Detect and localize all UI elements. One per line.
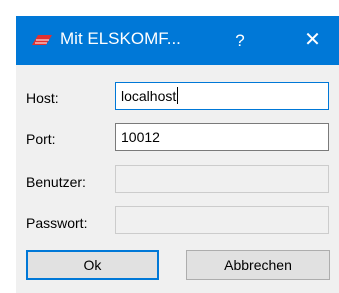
password-input[interactable] [115,206,329,234]
user-input[interactable] [115,165,329,193]
host-label: Host: [26,90,59,106]
user-label: Benutzer: [26,174,86,190]
password-label: Passwort: [26,215,88,231]
host-input-value: localhost [121,88,177,104]
close-button[interactable]: ✕ [286,16,339,65]
port-input[interactable]: 10012 [115,123,329,151]
app-icon [32,35,52,45]
title-bar-area: Mit ELSKOMF... ? ✕ [0,0,339,65]
help-button[interactable]: ? [210,16,270,65]
text-caret [177,87,179,104]
window-title: Mit ELSKOMF... [60,29,181,48]
host-input[interactable]: localhost [115,82,329,110]
ok-button[interactable]: Ok [26,250,159,280]
cancel-button[interactable]: Abbrechen [186,250,330,280]
dialog-body: Host: localhost Port: 10012 Benutzer: Pa… [16,65,339,293]
port-input-value: 10012 [121,129,160,145]
title-bar[interactable]: Mit ELSKOMF... ? ✕ [16,16,339,65]
close-icon: ✕ [304,29,321,51]
port-label: Port: [26,131,56,147]
